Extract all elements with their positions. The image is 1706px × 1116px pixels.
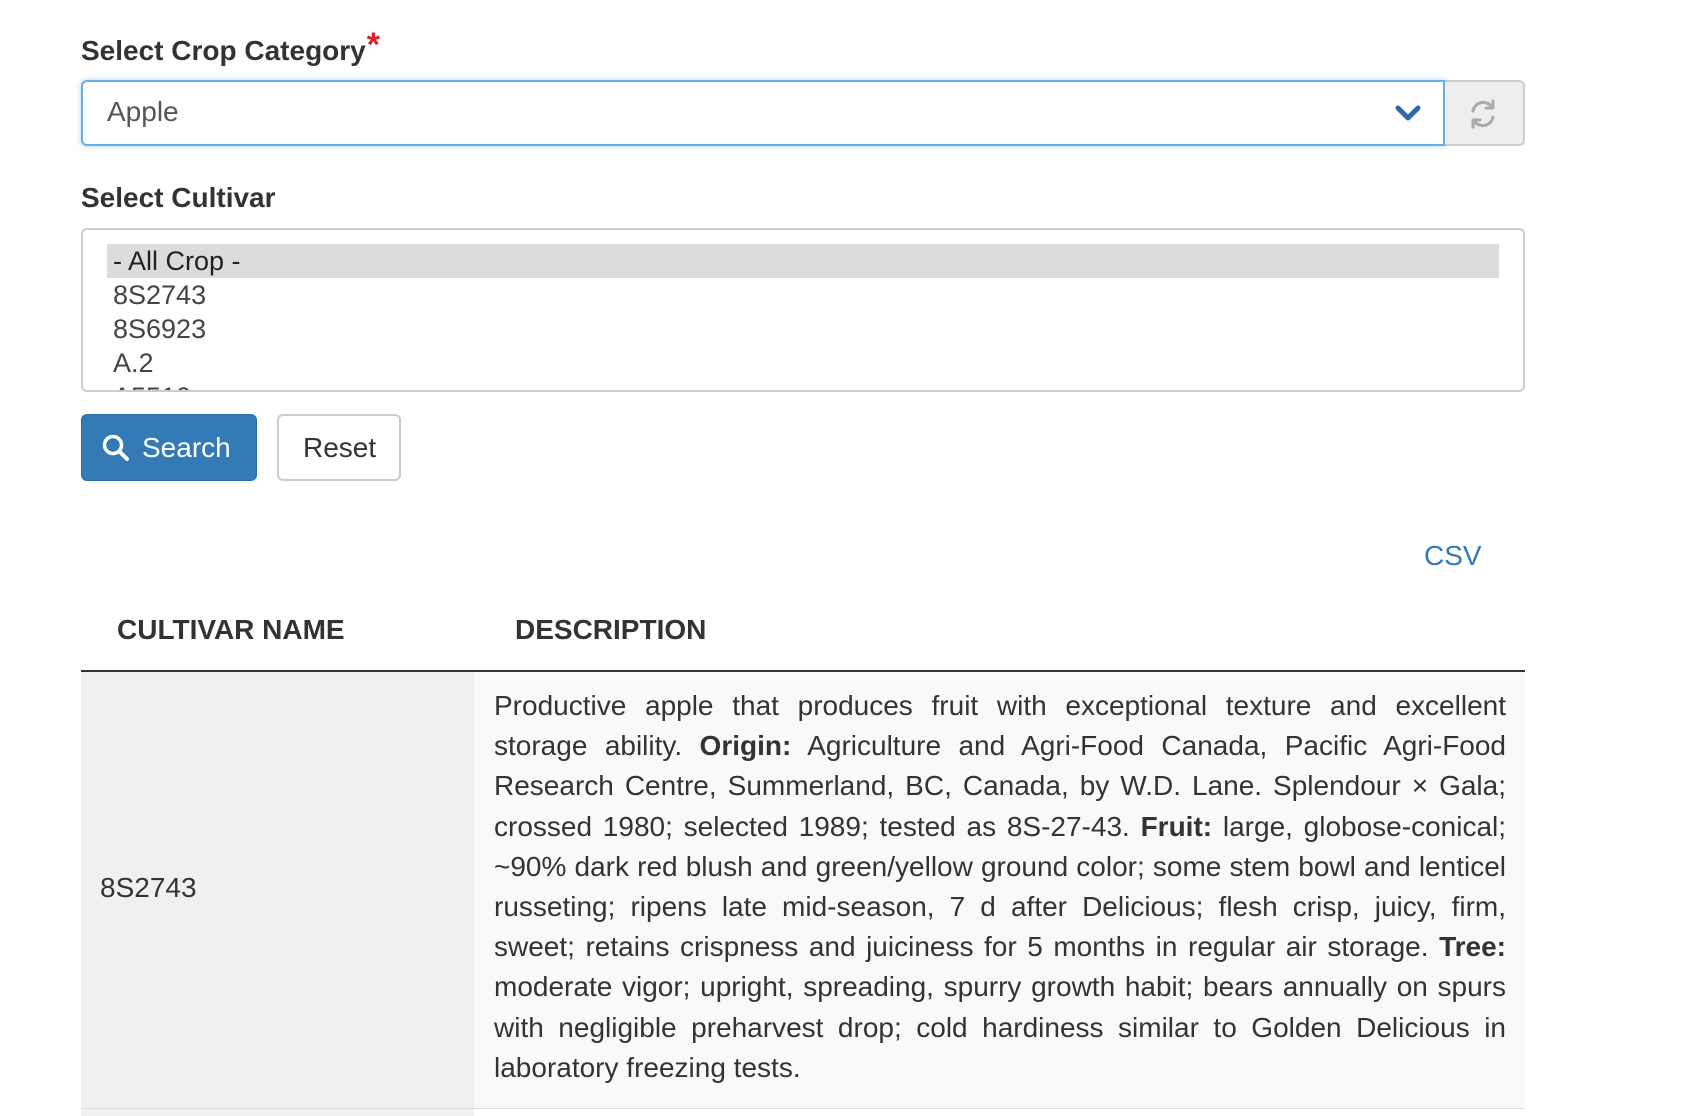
cultivar-label: Select Cultivar <box>81 182 276 213</box>
cultivar-name: 8S2743 <box>100 872 197 903</box>
search-icon <box>102 434 129 461</box>
table-cell-cultivar-name: 8S2743 <box>81 672 474 1108</box>
cultivar-search-page: Select Crop Category* Apple Select Culti… <box>0 0 1706 1116</box>
cultivar-option-all-crop[interactable]: - All Crop - <box>107 244 1499 278</box>
tree-text: moderate vigor; upright, spreading, spur… <box>494 971 1506 1083</box>
chevron-down-icon <box>1395 105 1421 121</box>
table-row-next <box>81 1109 474 1116</box>
required-marker: * <box>366 26 380 64</box>
refresh-button[interactable] <box>1445 80 1525 146</box>
cultivar-description: Productive apple that produces fruit wit… <box>494 686 1506 1088</box>
origin-label: Origin: <box>699 730 792 762</box>
search-button[interactable]: Search <box>81 414 257 481</box>
crop-category-label: Select Crop Category* <box>81 26 380 69</box>
table-row-next-description <box>474 1109 1525 1116</box>
column-header-cultivar-name: CULTIVAR NAME <box>117 614 345 645</box>
column-header-description: DESCRIPTION <box>515 614 707 645</box>
crop-category-select[interactable]: Apple <box>81 80 1445 146</box>
tree-label: Tree: <box>1439 931 1507 963</box>
reset-button-label: Reset <box>303 432 377 463</box>
crop-category-selected-value: Apple <box>107 96 179 127</box>
cultivar-option[interactable]: 8S6923 <box>107 312 1499 346</box>
search-button-label: Search <box>142 432 231 463</box>
refresh-icon <box>1471 99 1495 129</box>
fruit-label: Fruit: <box>1140 810 1213 842</box>
csv-export-link[interactable]: CSV <box>1424 540 1482 572</box>
cultivar-listbox[interactable]: - All Crop - 8S2743 8S6923 A.2 A5510 <box>81 228 1525 392</box>
cultivar-option[interactable]: 8S2743 <box>107 278 1499 312</box>
reset-button[interactable]: Reset <box>277 414 401 481</box>
cultivar-option[interactable]: A.2 <box>107 346 1499 380</box>
table-cell-description: Productive apple that produces fruit wit… <box>474 672 1525 1108</box>
crop-category-label-text: Select Crop Category <box>81 35 366 66</box>
cultivar-option[interactable]: A5510 <box>107 380 1499 390</box>
